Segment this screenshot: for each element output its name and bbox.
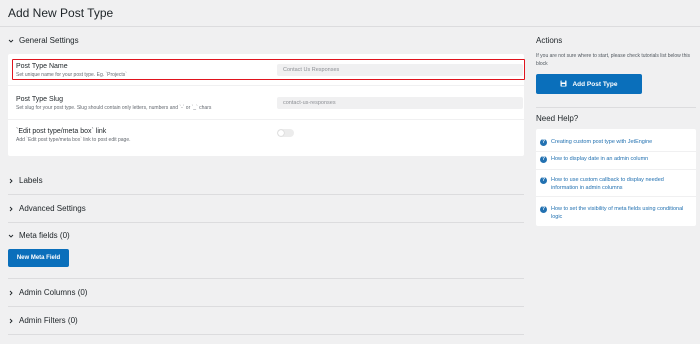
edit-link-label: `Edit post type/meta box` link [16,128,107,135]
chevron-down-icon [8,233,14,239]
help-card: ? Creating custom post type with JetEngi… [536,129,696,226]
chevron-down-icon [8,38,14,44]
section-meta-fields-label: Meta fields (0) [19,231,70,240]
post-type-slug-input[interactable]: contact-us-responses [277,97,523,109]
section-divider [8,194,524,195]
section-labels[interactable]: Labels [8,176,43,185]
title-divider [0,26,700,27]
save-icon [560,80,567,89]
general-settings-card: Post Type Name Set unique name for your … [8,54,525,156]
post-type-name-input[interactable]: Contact Us Responses [277,64,523,76]
edit-link-toggle[interactable] [277,129,294,137]
section-divider [8,306,524,307]
section-admin-columns[interactable]: Admin Columns (0) [8,288,87,297]
toggle-knob [278,130,284,136]
help-divider [536,196,696,197]
help-divider [536,169,696,170]
actions-heading: Actions [536,36,563,45]
help-link-label: Creating custom post type with JetEngine [551,139,653,145]
section-labels-label: Labels [19,176,43,185]
chevron-right-icon [8,206,14,212]
section-divider [8,222,524,223]
help-link[interactable]: ? How to display date in an admin column [540,155,692,163]
section-divider [8,278,524,279]
section-general-settings-label: General Settings [19,36,79,45]
post-type-slug-label: Post Type Slug [16,96,63,103]
actions-divider [536,107,696,108]
chevron-right-icon [8,178,14,184]
post-type-slug-description: Set slug for your post type. Slug should… [16,105,212,111]
field-post-type-slug: Post Type Slug Set slug for your post ty… [8,86,524,118]
need-help-heading: Need Help? [536,114,579,123]
help-icon: ? [540,156,547,163]
help-divider [536,151,696,152]
post-type-name-description: Set unique name for your post type. Eg. … [16,72,127,78]
help-icon: ? [540,139,547,146]
help-link-label: How to display date in an admin column [551,156,649,162]
help-link[interactable]: ? How to set the visibility of meta fiel… [540,205,692,221]
section-divider [8,334,524,335]
chevron-right-icon [8,290,14,296]
section-general-settings[interactable]: General Settings [8,36,79,45]
chevron-right-icon [8,318,14,324]
field-post-type-name: Post Type Name Set unique name for your … [8,54,524,84]
help-link[interactable]: ? Creating custom post type with JetEngi… [540,138,692,146]
page-title: Add New Post Type [8,6,114,20]
help-icon: ? [540,177,547,184]
edit-link-description: Add `Edit post type/meta box` link to po… [16,137,131,143]
help-link-label: How to set the visibility of meta fields… [551,206,684,220]
new-meta-field-button[interactable]: New Meta Field [8,249,69,267]
section-admin-columns-label: Admin Columns (0) [19,288,88,297]
field-edit-link: `Edit post type/meta box` link Add `Edit… [8,120,524,154]
section-meta-fields[interactable]: Meta fields (0) [8,231,70,240]
actions-description: If you are not sure where to start, plea… [536,53,690,67]
add-post-type-label: Add Post Type [572,80,618,88]
add-post-type-button[interactable]: Add Post Type [536,74,642,94]
help-icon: ? [540,206,547,213]
post-type-name-label: Post Type Name [16,63,68,70]
help-link-label: How to use custom callback to display ne… [551,177,664,191]
section-admin-filters[interactable]: Admin Filters (0) [8,316,78,325]
section-advanced-settings-label: Advanced Settings [19,204,86,213]
section-admin-filters-label: Admin Filters (0) [19,316,78,325]
help-link[interactable]: ? How to use custom callback to display … [540,176,692,192]
section-advanced-settings[interactable]: Advanced Settings [8,204,86,213]
